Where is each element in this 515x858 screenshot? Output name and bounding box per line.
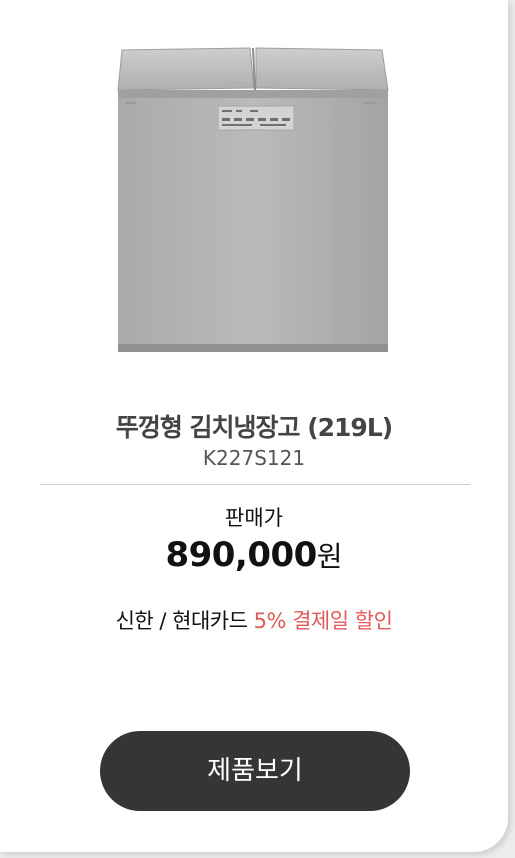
card-promotion: 신한 / 현대카드 5% 결제일 할인 bbox=[0, 605, 508, 635]
divider bbox=[40, 484, 470, 485]
product-name: 뚜껑형 김치냉장고 (219L) bbox=[115, 413, 393, 442]
view-product-button[interactable]: 제품보기 bbox=[100, 731, 410, 811]
price-label: 판매가 bbox=[225, 506, 283, 530]
promotion-discount: 5% 결제일 할인 bbox=[253, 609, 393, 633]
model-code: K227S121 bbox=[202, 446, 306, 470]
promotion-cards: 신한 / 현대카드 bbox=[115, 609, 254, 633]
price-unit: 원 bbox=[316, 540, 343, 573]
price-row: 890,000원 bbox=[0, 535, 508, 575]
product-image[interactable] bbox=[110, 40, 395, 358]
product-card: 뚜껑형 김치냉장고 (219L) K227S121 판매가 890,000원 신… bbox=[0, 0, 508, 852]
price-amount: 890,000 bbox=[165, 535, 317, 575]
